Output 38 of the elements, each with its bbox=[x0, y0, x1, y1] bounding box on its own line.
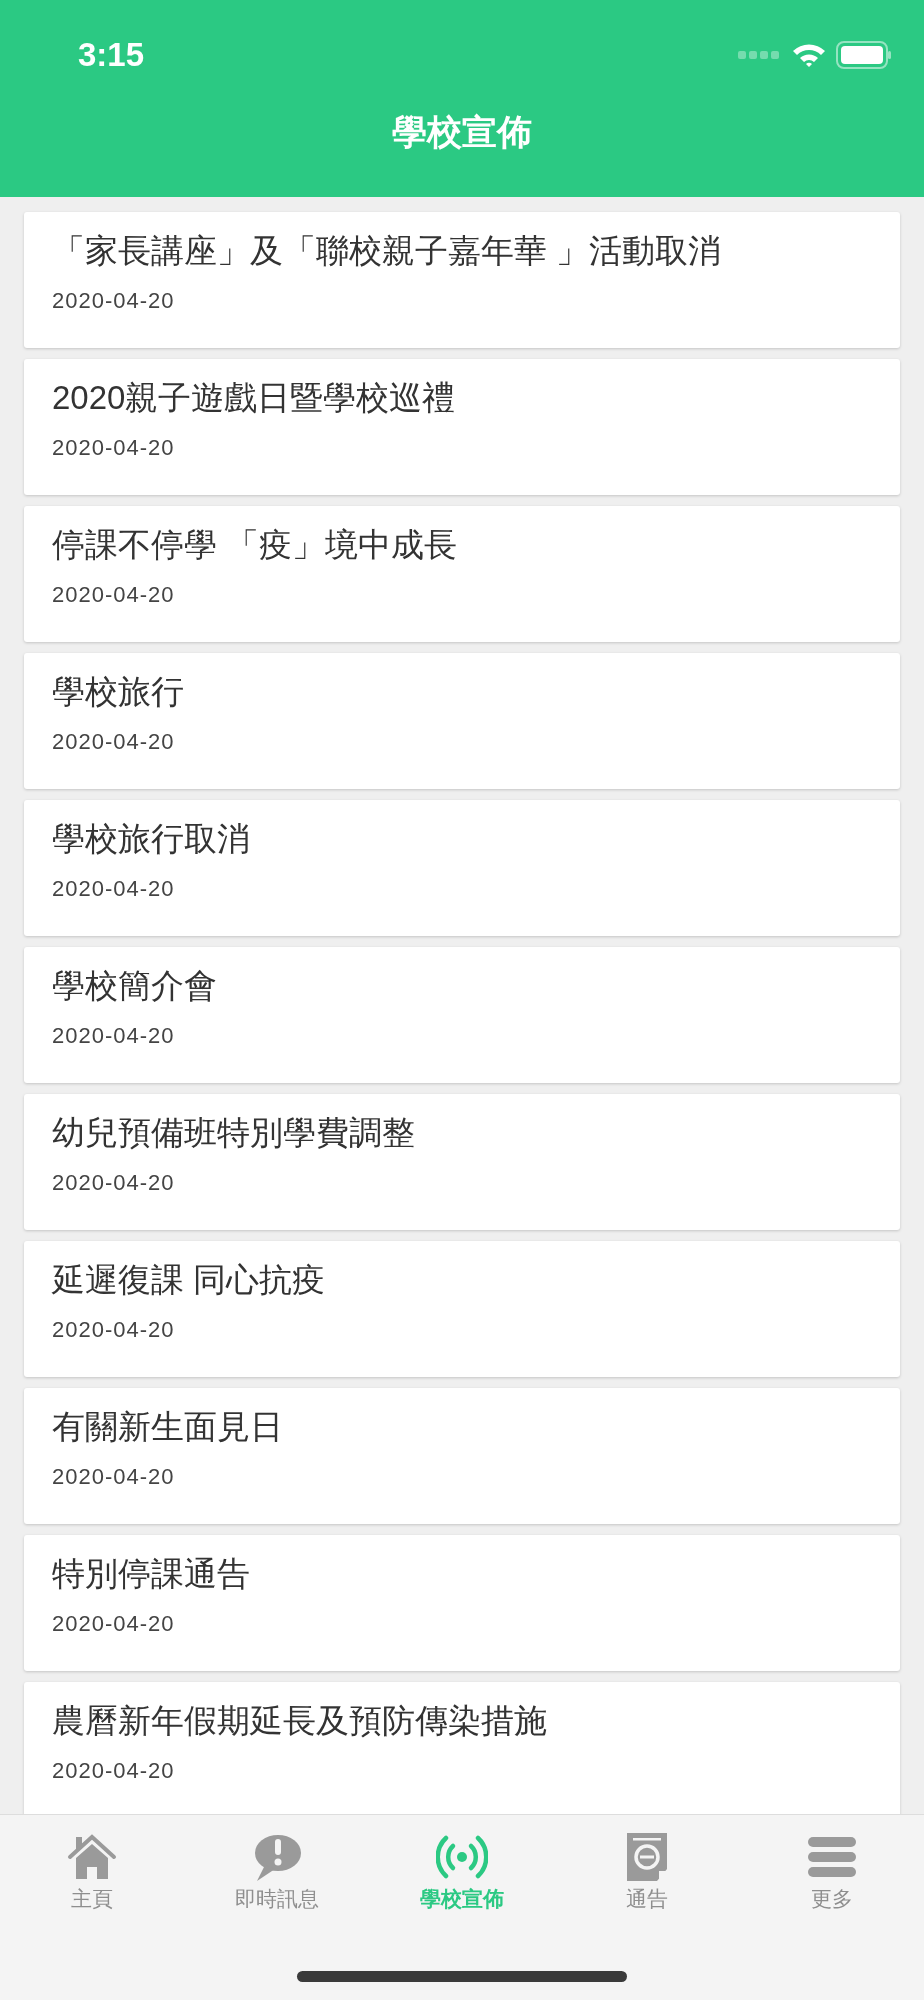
announcement-card[interactable]: 學校旅行 2020-04-20 bbox=[24, 653, 900, 789]
announcement-card[interactable]: 停課不停學 「疫」境中成長 2020-04-20 bbox=[24, 506, 900, 642]
announcement-title: 農曆新年假期延長及預防傳染措施 bbox=[52, 1701, 548, 1741]
announcement-date: 2020-04-20 bbox=[52, 1169, 176, 1197]
announcement-title: 特別停課通告 bbox=[52, 1554, 251, 1594]
page-title: 學校宣佈 bbox=[392, 111, 532, 154]
announcement-title: 學校旅行 bbox=[52, 672, 185, 712]
announcement-title: 有關新生面見日 bbox=[52, 1407, 284, 1447]
announcement-date: 2020-04-20 bbox=[52, 1463, 176, 1491]
announcement-card[interactable]: 學校旅行取消 2020-04-20 bbox=[24, 800, 900, 936]
announcement-title: 2020親子遊戲日暨學校巡禮 bbox=[52, 378, 457, 418]
wifi-icon bbox=[792, 42, 826, 68]
announcement-date: 2020-04-20 bbox=[52, 1022, 176, 1050]
announcement-card[interactable]: 有關新生面見日 2020-04-20 bbox=[24, 1388, 900, 1524]
announcement-card[interactable]: 特別停課通告 2020-04-20 bbox=[24, 1535, 900, 1671]
announcement-card[interactable]: 延遲復課 同心抗疫 2020-04-20 bbox=[24, 1241, 900, 1377]
announcement-title: 學校旅行取消 bbox=[52, 819, 251, 859]
announcement-card[interactable]: 幼兒預備班特別學費調整 2020-04-20 bbox=[24, 1094, 900, 1230]
announcement-date: 2020-04-20 bbox=[52, 434, 176, 462]
announcement-date: 2020-04-20 bbox=[52, 287, 176, 315]
announcement-date: 2020-04-20 bbox=[52, 1757, 176, 1785]
announcement-title: 延遲復課 同心抗疫 bbox=[52, 1260, 327, 1300]
announcement-card[interactable]: 農曆新年假期延長及預防傳染措施 2020-04-20 bbox=[24, 1682, 900, 1814]
announcement-date: 2020-04-20 bbox=[52, 728, 176, 756]
signal-icon bbox=[738, 50, 782, 60]
status-time: 3:15 bbox=[78, 35, 145, 76]
announcement-date: 2020-04-20 bbox=[52, 1610, 176, 1638]
battery-icon bbox=[836, 41, 892, 69]
announcement-date: 2020-04-20 bbox=[52, 875, 176, 903]
announcement-card[interactable]: 2020親子遊戲日暨學校巡禮 2020-04-20 bbox=[24, 359, 900, 495]
announcement-date: 2020-04-20 bbox=[52, 1316, 176, 1344]
announcement-title: 「家長講座」及「聯校親子嘉年華 」活動取消 bbox=[52, 231, 723, 271]
announcement-title: 學校簡介會 bbox=[52, 966, 218, 1006]
announcement-card[interactable]: 學校簡介會 2020-04-20 bbox=[24, 947, 900, 1083]
announcement-title: 幼兒預備班特別學費調整 bbox=[52, 1113, 416, 1153]
announcement-card[interactable]: 「家長講座」及「聯校親子嘉年華 」活動取消 2020-04-20 bbox=[24, 212, 900, 348]
announcement-title: 停課不停學 「疫」境中成長 bbox=[52, 525, 459, 565]
announcement-date: 2020-04-20 bbox=[52, 581, 176, 609]
